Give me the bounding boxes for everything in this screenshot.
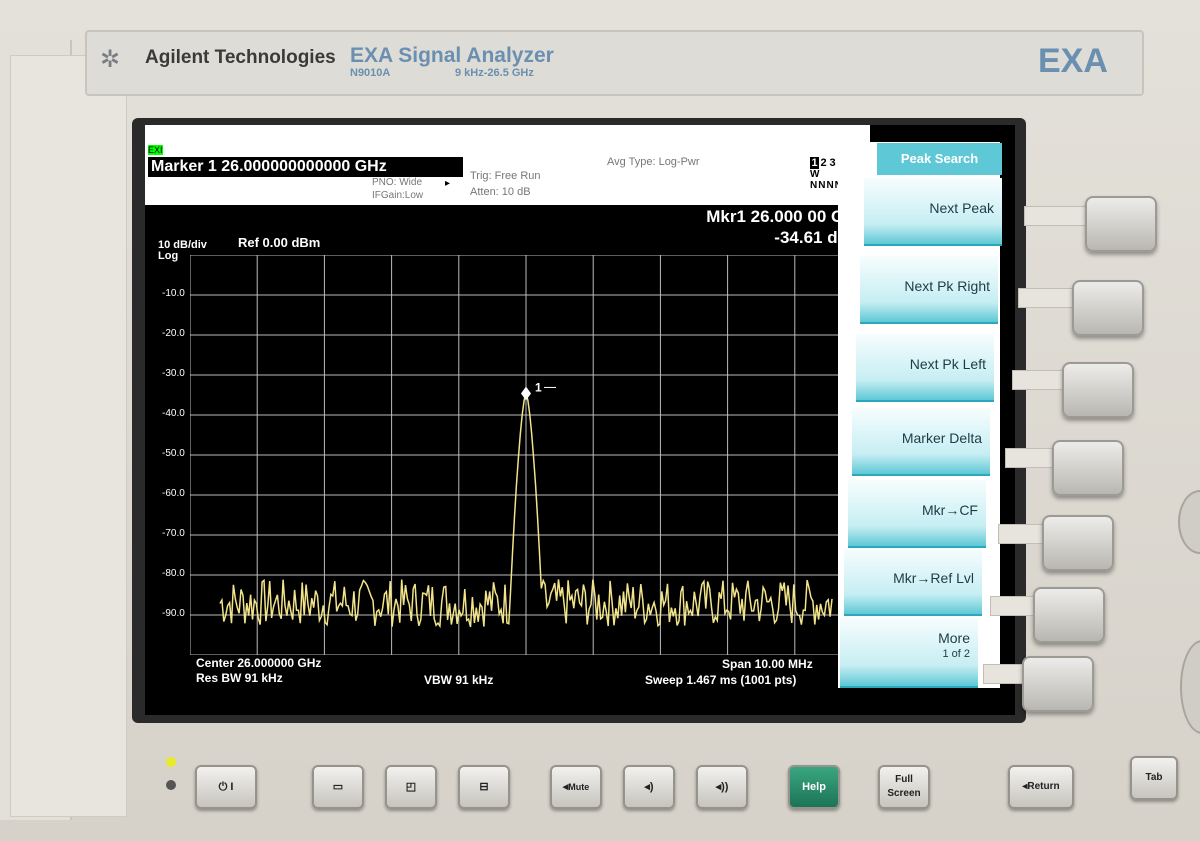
y-tick-label: -40.0	[162, 408, 185, 419]
softkey-label: Next Pk Left	[909, 356, 986, 372]
scale-type: Log	[158, 250, 179, 262]
window-icon: ⊟	[479, 781, 489, 793]
volume-up-button[interactable]: ◂))	[696, 765, 748, 809]
marker-title: Marker 1 26.000000000000 GHz	[148, 157, 463, 177]
ext-indicator: EXI	[148, 145, 163, 155]
zoom-button[interactable]: ◰	[385, 765, 437, 809]
power-icon: ⏻ I	[218, 781, 234, 793]
softkey-mkr-to-cf[interactable]: Mkr→CF	[848, 480, 986, 548]
trigger-setting: Trig: Free Run	[470, 170, 541, 182]
volume-down-button[interactable]: ◂)	[623, 765, 675, 809]
brand-name: Agilent Technologies	[145, 47, 336, 68]
marker-label: 1	[535, 380, 542, 394]
softkey-mkr-to-ref-lvl[interactable]: Mkr→Ref Lvl	[844, 548, 982, 616]
side-trim	[10, 55, 127, 817]
return-label: Return	[1027, 781, 1060, 792]
hardkey-1[interactable]	[1085, 196, 1157, 252]
softkey-label: Next Pk Right	[904, 278, 990, 294]
pno-setting: PNO: Wide	[372, 177, 423, 188]
arrow-right-icon: ▸	[445, 178, 451, 189]
softkey-next-peak[interactable]: Next Peak	[864, 178, 1002, 246]
trace-number: 2	[820, 157, 827, 169]
next-window-button[interactable]: ⊟	[458, 765, 510, 809]
button-stem	[1012, 370, 1069, 390]
softkey-more[interactable]: More 1 of 2	[840, 618, 978, 688]
softkey-label: Mkr→CF	[922, 502, 978, 518]
softkey-next-pk-left[interactable]: Next Pk Left	[856, 334, 994, 402]
softkey-label: Marker Delta	[901, 430, 982, 446]
hardkey-6[interactable]	[1033, 587, 1105, 643]
trace-number: 3	[829, 157, 836, 169]
speaker-icon: ◂)	[644, 781, 654, 793]
span-setting: Span 10.00 MHz	[722, 657, 813, 671]
y-tick-label: -10.0	[162, 288, 185, 299]
softkey-label: More	[938, 630, 970, 646]
y-tick-label: -70.0	[162, 528, 185, 539]
softkey-sublabel: 1 of 2	[942, 648, 970, 660]
y-tick-label: -50.0	[162, 448, 185, 459]
hardkey-7[interactable]	[1022, 656, 1094, 712]
return-button[interactable]: ◂ Return	[1008, 765, 1074, 809]
ifgain-setting: IFGain:Low	[372, 190, 424, 201]
mute-button[interactable]: ◂ Mute	[550, 765, 602, 809]
spectrum-plot: 1	[190, 255, 862, 655]
softkey-label: Next Peak	[929, 200, 994, 216]
button-stem	[1018, 288, 1080, 308]
exa-badge: EXA	[1038, 42, 1108, 80]
zoom-window-icon: ◰	[405, 781, 417, 793]
hardkey-5[interactable]	[1042, 515, 1114, 571]
reference-level: Ref 0.00 dBm	[238, 235, 321, 250]
power-button[interactable]: ⏻ I	[195, 765, 257, 809]
softkey-marker-delta[interactable]: Marker Delta	[852, 408, 990, 476]
frequency-range: 9 kHz-26.5 GHz	[455, 67, 534, 79]
softkey-label: Mkr→Ref Lvl	[893, 570, 974, 586]
hardkey-4[interactable]	[1052, 440, 1124, 496]
sweep-setting: Sweep 1.467 ms (1001 pts)	[645, 673, 797, 687]
y-tick-label: -60.0	[162, 488, 185, 499]
center-frequency: Center 26.000000 GHz	[196, 656, 322, 670]
y-tick-label: -90.0	[162, 608, 185, 619]
model-title: EXA Signal Analyzer	[350, 44, 554, 67]
trace-number: 1	[810, 157, 819, 169]
split-view-icon: ▭	[332, 781, 344, 793]
mute-label: Mute	[568, 782, 590, 792]
attenuation-setting: Atten: 10 dB	[470, 186, 531, 198]
full-screen-button[interactable]: Full Screen	[878, 765, 930, 809]
speaker-loud-icon: ◂))	[715, 781, 729, 793]
resolution-bandwidth: Res BW 91 kHz	[196, 671, 283, 685]
model-number: N9010A	[350, 67, 391, 79]
y-tick-label: -20.0	[162, 328, 185, 339]
softkey-menu-title: Peak Search	[877, 143, 1002, 175]
help-button[interactable]: Help	[788, 765, 840, 809]
agilent-spark-icon: ✲	[100, 46, 121, 73]
power-led	[166, 780, 176, 790]
y-tick-label: -30.0	[162, 368, 185, 379]
y-tick-label: -80.0	[162, 568, 185, 579]
video-bandwidth: VBW 91 kHz	[424, 673, 494, 687]
hardkey-2[interactable]	[1072, 280, 1144, 336]
tab-button[interactable]: Tab	[1130, 756, 1178, 800]
hardkey-3[interactable]	[1062, 362, 1134, 418]
avg-type-setting: Avg Type: Log-Pwr	[607, 156, 700, 168]
layout-button[interactable]: ▭	[312, 765, 364, 809]
standby-led	[166, 757, 176, 767]
softkey-next-pk-right[interactable]: Next Pk Right	[860, 256, 998, 324]
